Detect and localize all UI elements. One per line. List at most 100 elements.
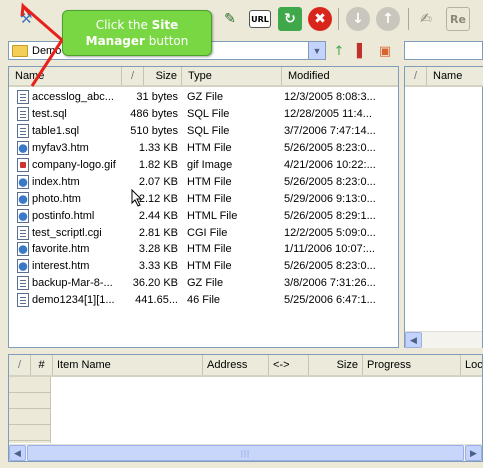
file-type: HTM File <box>187 260 232 273</box>
file-gz-icon <box>17 90 29 105</box>
queue-horizontal-scrollbar[interactable]: ◀ ||| ▶ <box>9 444 482 461</box>
column-address[interactable]: Address <box>203 355 269 375</box>
scroll-left-icon[interactable]: ◀ <box>9 445 26 461</box>
file-row[interactable]: accesslog_abc... 31 bytes GZ File 12/3/2005… <box>9 89 398 106</box>
file-row[interactable]: favorite.htm 3.28 KB HTM File 1/11/2006 10:… <box>9 241 398 258</box>
url-icon: URL <box>251 14 269 24</box>
toolbar-separator <box>408 8 409 30</box>
queue-row-slot <box>9 377 50 393</box>
file-modified: 3/8/2006 7:31:26... <box>284 277 376 290</box>
stop-icon: ✖ <box>314 11 326 27</box>
file-row[interactable]: postinfo.html 2.44 KB HTML File 5/26/2005 8… <box>9 207 398 224</box>
wand-button[interactable]: ✎ <box>218 7 242 31</box>
file-row[interactable]: interest.htm 3.33 KB HTM File 5/26/2005 8:2… <box>9 258 398 275</box>
file-name: index.htm <box>32 175 80 188</box>
file-name-cell: favorite.htm <box>9 242 122 257</box>
file-row[interactable]: company-logo.gif 1.82 KB gif Image 4/21/200… <box>9 157 398 174</box>
file-modified: 12/3/2005 8:08:3... <box>284 91 376 104</box>
callout-line1-prefix: Click the <box>95 18 152 32</box>
file-name-cell: backup-Mar-8-... <box>9 276 122 291</box>
file-gz-icon <box>17 276 29 291</box>
file-type: gif Image <box>187 159 233 171</box>
column-number[interactable]: # <box>31 355 53 375</box>
file-row[interactable]: test.sql 486 bytes SQL File 12/28/2005 11:4… <box>9 106 398 123</box>
file-name: test.sql <box>32 108 67 121</box>
remote-path-combo[interactable] <box>404 41 483 60</box>
download-icon: ↓ <box>352 11 364 27</box>
column-name[interactable]: Name <box>427 67 483 85</box>
rename-button[interactable]: Re <box>446 7 470 31</box>
download-button[interactable]: ↓ <box>346 7 370 31</box>
file-name: postinfo.html <box>32 209 95 222</box>
file-size: 441.65... <box>135 294 178 307</box>
file-size: 2.81 KB <box>138 226 178 239</box>
file-htm-icon <box>17 174 29 189</box>
file-row[interactable]: photo.htm 2.12 KB HTM File 5/29/2006 9:13:0… <box>9 190 398 207</box>
callout-line2-suffix: button <box>144 34 189 48</box>
file-d46-icon <box>17 293 29 308</box>
file-type: SQL File <box>187 125 230 138</box>
file-row[interactable]: table1.sql 510 bytes SQL File 3/7/2006 7:47… <box>9 123 398 140</box>
file-modified: 1/11/2006 10:07:... <box>284 243 375 256</box>
callout-line1-bold: Site <box>151 18 179 32</box>
refresh-icon: ↻ <box>284 11 296 27</box>
file-modified: 12/28/2005 11:4... <box>284 108 372 121</box>
edit-icon: ✍ <box>420 11 432 27</box>
file-type: GZ File <box>187 91 224 104</box>
file-name: interest.htm <box>32 260 90 273</box>
scroll-right-icon[interactable]: ▶ <box>465 445 482 461</box>
scroll-left-icon[interactable]: ◀ <box>405 332 422 348</box>
column-modified[interactable]: Modified <box>282 67 398 85</box>
file-name: company-logo.gif <box>32 159 116 171</box>
column-local[interactable]: Loc <box>461 355 482 375</box>
file-sql-icon <box>17 107 29 122</box>
file-type: HTM File <box>187 243 232 256</box>
file-row[interactable]: backup-Mar-8-... 36.20 KB GZ File 3/8/2006 … <box>9 275 398 292</box>
file-size: 3.33 KB <box>138 260 178 273</box>
file-row[interactable]: index.htm 2.07 KB HTM File 5/26/2005 8:23:0… <box>9 173 398 190</box>
column-name[interactable]: Name <box>9 67 122 85</box>
folder-icon <box>12 44 28 57</box>
file-sql-icon <box>17 124 29 139</box>
column-sort[interactable]: / <box>405 67 427 85</box>
new-folder-icon[interactable]: ▣ <box>377 43 393 59</box>
column-type[interactable]: Type <box>182 67 282 85</box>
file-type: 46 File <box>187 294 221 307</box>
queue-row-slot <box>9 393 50 409</box>
column-progress[interactable]: Progress <box>363 355 461 375</box>
column-item-name[interactable]: Item Name <box>53 355 203 375</box>
file-name: test_scriptl.cgi <box>32 226 102 239</box>
file-row[interactable]: test_scriptl.cgi 2.81 KB CGI File 12/2/2005… <box>9 224 398 241</box>
column-size[interactable]: Size <box>144 67 182 85</box>
refresh-button[interactable]: ↻ <box>278 7 302 31</box>
column-sort[interactable]: / <box>122 67 144 85</box>
file-modified: 4/21/2006 10:22:... <box>284 159 376 171</box>
url-button[interactable]: URL <box>249 10 271 28</box>
scroll-thumb[interactable]: ||| <box>27 445 464 461</box>
file-row[interactable]: demo1234[1][1... 441.65... 46 File 5/25/200… <box>9 292 398 309</box>
stop-button[interactable]: ✖ <box>308 7 332 31</box>
rename-icon: Re <box>450 12 466 26</box>
file-name: demo1234[1][1... <box>32 294 115 307</box>
column-size[interactable]: Size <box>309 355 363 375</box>
column-sort[interactable]: / <box>9 355 31 375</box>
file-row[interactable]: myfav3.htm 1.33 KB HTM File 5/26/2005 8:23:… <box>9 140 398 157</box>
file-size: 510 bytes <box>130 125 178 138</box>
chevron-down-icon[interactable]: ▼ <box>308 42 325 59</box>
file-htm-icon <box>17 141 29 156</box>
file-modified: 12/2/2005 5:09:0... <box>284 226 376 239</box>
column-direction[interactable]: <-> <box>269 355 309 375</box>
file-modified: 5/26/2005 8:23:0... <box>284 260 376 273</box>
queue-row-slot <box>9 409 50 425</box>
file-name-cell: accesslog_abc... <box>9 90 122 105</box>
site-manager-button[interactable]: ⚒ <box>14 7 38 31</box>
edit-button[interactable]: ✍ <box>414 7 438 31</box>
bookmark-icon[interactable]: ▌ <box>354 43 370 59</box>
up-folder-icon[interactable]: ↑ <box>331 43 347 59</box>
queue-row-slot <box>9 425 50 441</box>
upload-button[interactable]: ↑ <box>376 7 400 31</box>
ftp-client-window: ⚒ ✎ URL ↻ ✖ ↓ ↑ ✍ Re Demo ▼ ↑ ▌ ▣ Name /… <box>0 0 483 468</box>
file-size: 1.82 KB <box>138 159 178 171</box>
horizontal-scrollbar[interactable]: ◀ <box>405 331 482 348</box>
file-name-cell: table1.sql <box>9 124 122 139</box>
